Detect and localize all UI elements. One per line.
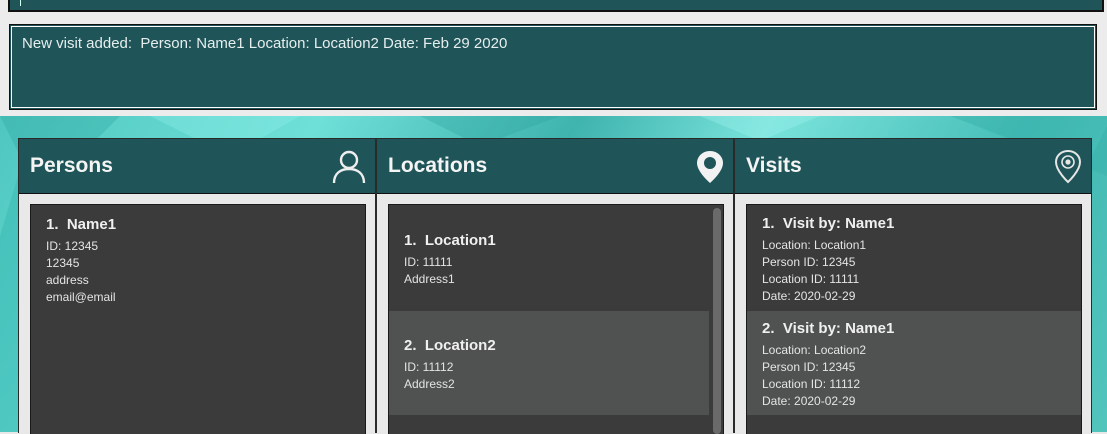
visit-card[interactable]: 2. Visit by: Name1 Location: Location2 P…: [747, 311, 1081, 415]
location-card-address: Address2: [404, 377, 455, 391]
visit-card[interactable]: 1. Visit by: Name1 Location: Location1 P…: [747, 205, 1081, 311]
persons-panel: Persons 1. Name1 ID: 12345 12345 address…: [18, 138, 376, 434]
person-card-email: email@email: [46, 290, 116, 304]
visits-panel-header: Visits: [735, 139, 1091, 194]
visit-card-location-id: Location ID: 11112: [762, 377, 861, 391]
persons-panel-header: Persons: [19, 139, 375, 194]
visit-card-title: 2. Visit by: Name1: [762, 320, 895, 337]
command-input[interactable]: [8, 0, 1104, 12]
location-card-address: Address1: [404, 272, 455, 286]
locations-panel-header: Locations: [377, 139, 733, 194]
person-card-title: 1. Name1: [46, 216, 117, 233]
result-display: New visit added: Person: Name1 Location:…: [9, 24, 1097, 110]
result-message: New visit added: Person: Name1 Location:…: [22, 35, 508, 52]
locations-panel-title: Locations: [388, 154, 488, 177]
visit-card-location: Location: Location1: [762, 238, 867, 252]
visit-card-location: Location: Location2: [762, 343, 867, 357]
visits-list[interactable]: 1. Visit by: Name1 Location: Location1 P…: [746, 204, 1082, 434]
locations-scrollbar[interactable]: [713, 208, 721, 434]
person-card-phone: 12345: [46, 256, 80, 270]
visits-panel: Visits 1. Visit by: Name1 Location: Loca…: [734, 138, 1092, 434]
locations-panel: Locations 1. Location1 ID: 11111 Address…: [376, 138, 734, 434]
location-marker-icon: [1054, 149, 1082, 184]
text-caret: [20, 0, 21, 6]
person-icon: [332, 150, 366, 184]
location-card-id: ID: 11111: [404, 255, 453, 269]
persons-list[interactable]: 1. Name1 ID: 12345 12345 address email@e…: [30, 204, 366, 434]
visits-panel-title: Visits: [746, 154, 802, 177]
location-card-title: 2. Location2: [404, 337, 496, 354]
persons-panel-title: Persons: [30, 154, 113, 177]
map-pin-icon: [697, 151, 723, 183]
locations-list[interactable]: 1. Location1 ID: 11111 Address1 2. Locat…: [388, 204, 724, 434]
location-card[interactable]: 2. Location2 ID: 11112 Address2: [389, 311, 709, 415]
person-card-address: address: [46, 273, 89, 287]
visit-card-location-id: Location ID: 11111: [762, 272, 860, 286]
visit-card-date: Date: 2020-02-29: [762, 394, 856, 408]
person-card-id: ID: 12345: [46, 239, 99, 253]
person-card[interactable]: 1. Name1 ID: 12345 12345 address email@e…: [31, 205, 365, 311]
command-area: [0, 0, 1107, 18]
location-card[interactable]: 1. Location1 ID: 11111 Address1: [389, 205, 723, 311]
location-card-id: ID: 11112: [404, 360, 454, 374]
location-card-title: 1. Location1: [404, 232, 496, 249]
visit-card-person-id: Person ID: 12345: [762, 360, 856, 374]
result-display-area: New visit added: Person: Name1 Location:…: [0, 18, 1107, 116]
visit-card-date: Date: 2020-02-29: [762, 289, 856, 303]
visit-card-title: 1. Visit by: Name1: [762, 215, 895, 232]
visit-card-person-id: Person ID: 12345: [762, 255, 856, 269]
